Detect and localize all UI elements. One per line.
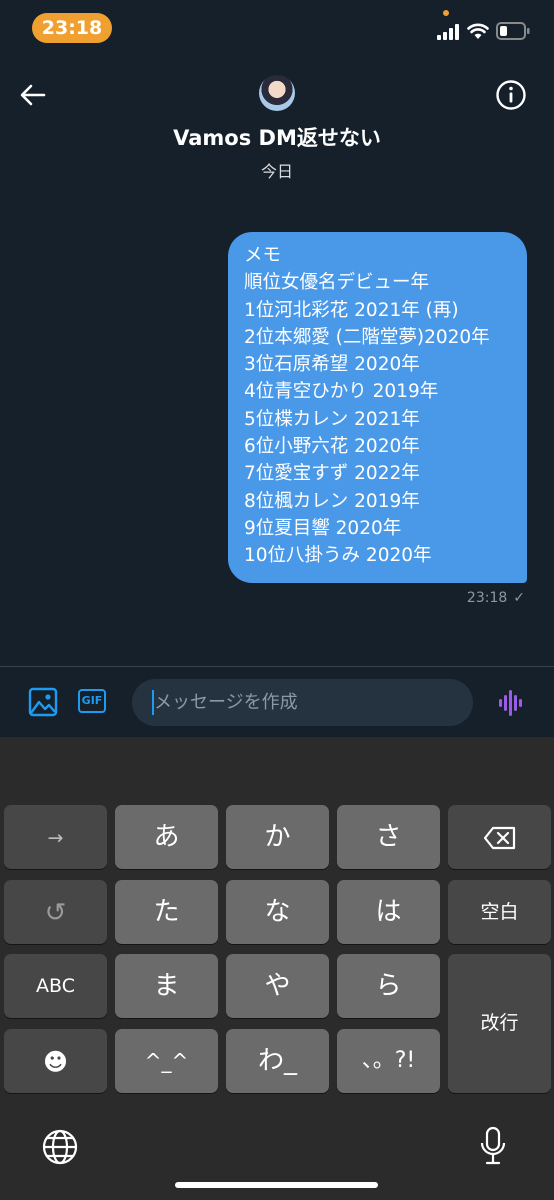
message-line: 2位本郷愛 (二階堂夢)2020年 (244, 326, 490, 348)
emoji-icon: ☻ (42, 1047, 69, 1076)
status-time: 23:18 (32, 13, 112, 43)
text-caret (152, 690, 154, 715)
key-wa[interactable]: わ_ (226, 1029, 329, 1093)
message-line: 6位小野六花 2020年 (244, 436, 420, 458)
key-na[interactable]: な (226, 880, 329, 944)
key-abc[interactable]: ABC (4, 954, 107, 1018)
key-punctuation[interactable]: 、。?! (337, 1029, 440, 1093)
battery-icon (496, 22, 530, 40)
message-line: 順位女優名デビュー年 (244, 272, 430, 294)
message-bubble[interactable]: メモ 順位女優名デビュー年 1位河北彩花 2021年 (再) 2位本郷愛 (二階… (228, 232, 527, 583)
key-kaomoji[interactable]: ^_^ (115, 1029, 218, 1093)
message-time: 23:18 (466, 590, 508, 606)
message-composer: GIF メッセージを作成 (0, 666, 554, 738)
microphone-icon[interactable] (480, 1126, 506, 1166)
key-ya[interactable]: や (226, 954, 329, 1018)
globe-icon[interactable] (41, 1128, 79, 1166)
image-icon[interactable] (28, 687, 58, 717)
key-emoji[interactable]: ☻ (4, 1029, 107, 1093)
message-input[interactable]: メッセージを作成 (132, 679, 473, 726)
backspace-icon (483, 826, 515, 849)
undo-icon: ↺ (44, 897, 67, 928)
message-line: 5位楪カレン 2021年 (244, 408, 420, 430)
key-space[interactable]: 空白 (448, 880, 551, 944)
key-undo[interactable]: ↺ (4, 880, 107, 944)
privacy-indicator-dot (443, 10, 449, 16)
key-sa[interactable]: さ (337, 805, 440, 869)
avatar[interactable] (259, 75, 295, 111)
key-ha[interactable]: は (337, 880, 440, 944)
message-line: 8位楓カレン 2019年 (244, 490, 420, 512)
key-backspace[interactable] (448, 805, 551, 869)
message-line: 1位河北彩花 2021年 (再) (244, 299, 459, 321)
cellular-signal-icon (437, 24, 459, 40)
sent-check-icon: ✓ (513, 590, 525, 606)
home-indicator[interactable] (175, 1182, 378, 1188)
key-return[interactable]: 改行 (448, 954, 551, 1093)
key-ra[interactable]: ら (337, 954, 440, 1018)
back-arrow-icon[interactable] (18, 80, 48, 110)
voice-message-icon[interactable] (498, 688, 524, 718)
message-meta: 23:18 ✓ (467, 590, 525, 606)
key-ta[interactable]: た (115, 880, 218, 944)
message-line: 10位八掛うみ 2020年 (244, 545, 432, 567)
info-icon[interactable] (495, 79, 527, 111)
key-ka[interactable]: か (226, 805, 329, 869)
message-line: メモ (244, 245, 282, 266)
message-line: 4位青空ひかり 2019年 (244, 381, 439, 403)
message-input-placeholder: メッセージを作成 (154, 692, 298, 713)
key-next-arrow[interactable]: → (4, 805, 107, 869)
conversation-title[interactable]: Vamos DM返せない (0, 122, 554, 152)
right-arrow-icon: → (47, 826, 64, 849)
message-line: 9位夏目響 2020年 (244, 517, 402, 539)
key-a[interactable]: あ (115, 805, 218, 869)
gif-button[interactable]: GIF (78, 689, 106, 713)
message-line: 7位愛宝すず 2022年 (244, 463, 420, 485)
wifi-icon (467, 23, 489, 39)
date-separator: 今日 (260, 162, 293, 181)
japanese-keyboard: → あ か さ ↺ た な は 空白 ABC ま や ら 改行 ☻ ^_^ わ_… (0, 737, 554, 1200)
message-line: 3位石原希望 2020年 (244, 354, 420, 376)
status-bar: 23:18 (0, 0, 554, 56)
key-ma[interactable]: ま (115, 954, 218, 1018)
